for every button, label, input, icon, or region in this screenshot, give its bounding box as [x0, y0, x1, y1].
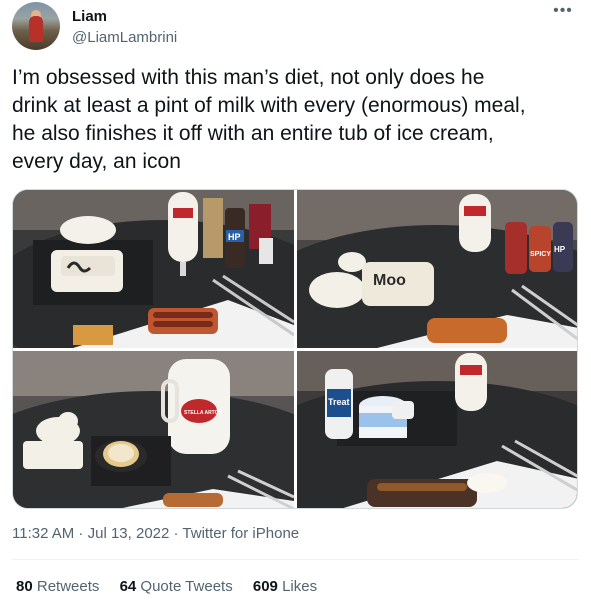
likes-stat[interactable]: 609 Likes	[253, 577, 317, 597]
likes-label: Likes	[282, 578, 318, 595]
meta-separator: ·	[74, 525, 88, 542]
author-names: Liam @LiamLambrini	[72, 7, 177, 48]
avatar-figure	[29, 16, 43, 42]
stella-label-1: STELLA ARTOIS	[184, 410, 224, 416]
photo-3-image: STELLA ARTOIS	[13, 351, 294, 508]
tweet-stats: 80 Retweets 64 Quote Tweets 609 Likes	[16, 577, 333, 597]
more-options-icon[interactable]: •••	[551, 3, 575, 22]
tweet-text: I’m obsessed with this man’s diet, not o…	[12, 66, 526, 173]
spicy-label: SPICY	[530, 251, 551, 258]
media-grid: HP Moo SPICY HP STELLA ARTOIS Treat	[12, 189, 578, 509]
hp-label-1: HP	[228, 232, 241, 242]
meta-separator: ·	[169, 525, 183, 542]
moo-label: Moo	[373, 272, 406, 289]
retweets-count: 80	[16, 578, 33, 595]
quote-tweets-stat[interactable]: 64 Quote Tweets	[120, 577, 233, 597]
photo-1[interactable]: HP	[13, 190, 294, 348]
display-name[interactable]: Liam	[72, 7, 177, 26]
user-handle[interactable]: @LiamLambrini	[72, 28, 177, 48]
photo-1-image: HP	[13, 190, 294, 348]
divider	[12, 559, 579, 560]
tweet-source[interactable]: Twitter for iPhone	[182, 525, 299, 542]
tweet-meta: 11:32 AM · Jul 13, 2022 · Twitter for iP…	[12, 524, 299, 544]
photo-2-image: Moo SPICY HP	[297, 190, 577, 348]
photo-4-image: Treat	[297, 351, 577, 508]
photo-2[interactable]: Moo SPICY HP	[297, 190, 577, 348]
hp-label-2: HP	[554, 245, 566, 254]
tweet-date[interactable]: Jul 13, 2022	[88, 525, 170, 542]
tweet-time[interactable]: 11:32 AM	[12, 525, 74, 542]
retweets-label: Retweets	[36, 578, 100, 595]
avatar[interactable]	[12, 2, 60, 50]
photo-3[interactable]: STELLA ARTOIS	[13, 351, 294, 508]
retweets-stat[interactable]: 80 Retweets	[16, 577, 99, 597]
likes-count: 609	[252, 578, 278, 595]
treat-label: Treat	[328, 397, 350, 407]
tweet-header: Liam @LiamLambrini •••	[12, 2, 579, 52]
quote-tweets-count: 64	[119, 578, 137, 595]
quote-tweets-label: Quote Tweets	[140, 578, 233, 595]
photo-4[interactable]: Treat	[297, 351, 577, 508]
